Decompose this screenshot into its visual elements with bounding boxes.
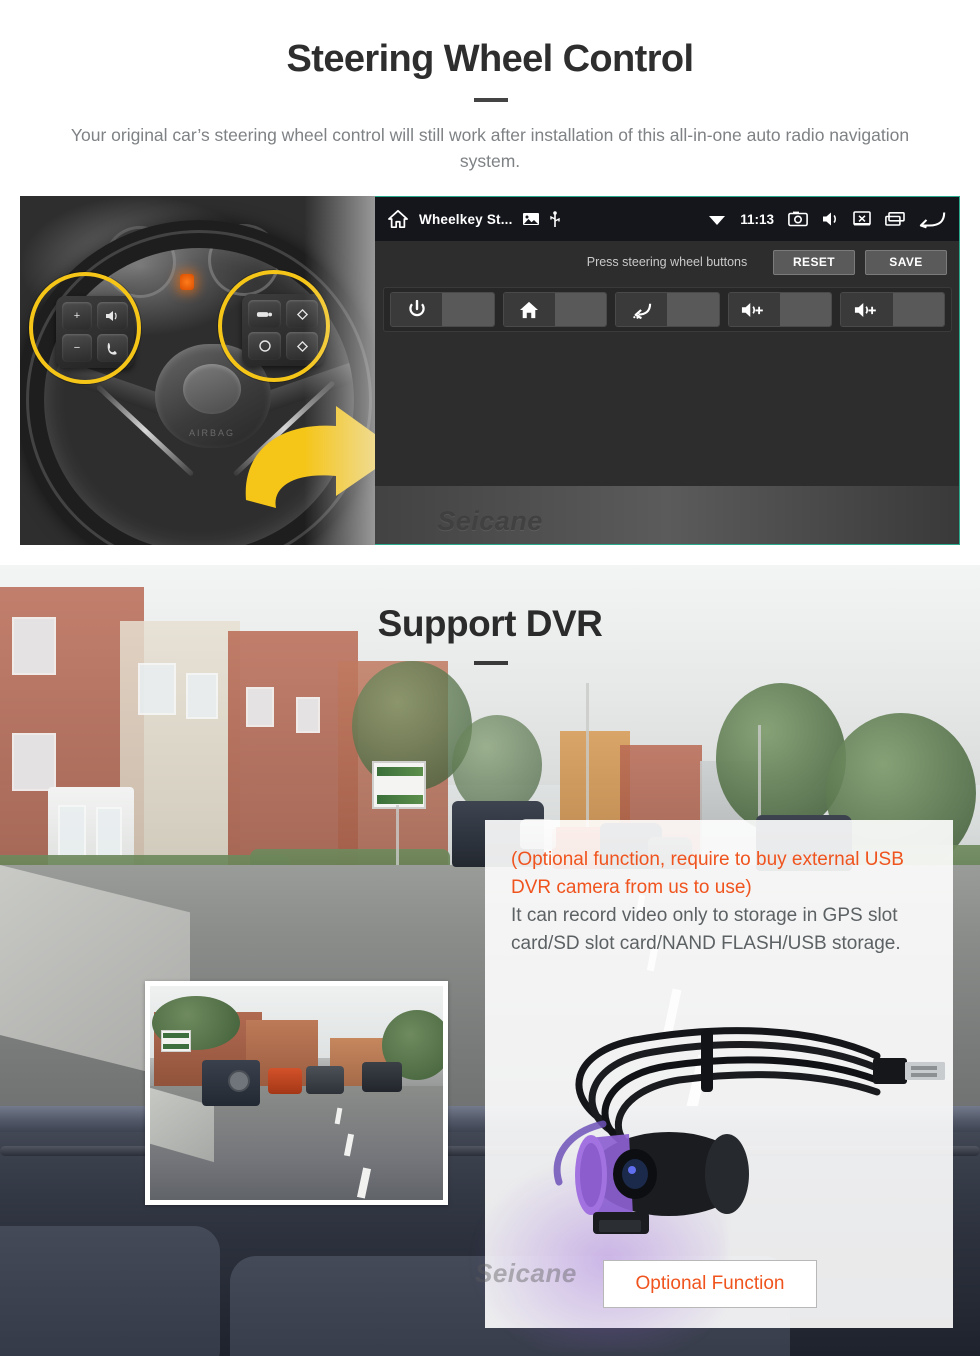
dvr-video-preview-inset — [145, 981, 448, 1205]
for-sale-sign — [372, 761, 426, 809]
wifi-icon — [708, 212, 726, 226]
section1-title: Steering Wheel Control — [286, 38, 695, 80]
dvr-camera-product-image: Seicane — [465, 1000, 953, 1350]
key-mapping-cell-power[interactable] — [390, 292, 495, 327]
tree-right-1 — [716, 683, 846, 833]
highlight-circle-left — [29, 272, 141, 384]
steering-wheel-composite-panel: AIRBAG + − Wheelkey St... 11:13 Press st… — [20, 196, 960, 545]
volume-up-icon — [742, 302, 764, 317]
head-unit-screen: Wheelkey St... 11:13 Press steering whee… — [375, 196, 960, 545]
home-icon — [520, 301, 539, 318]
save-button[interactable]: SAVE — [865, 249, 947, 275]
product-watermark: Seicane — [475, 1258, 577, 1288]
status-app-title: Wheelkey St... — [419, 211, 513, 227]
tree-center-2 — [452, 715, 542, 815]
volume-up-icon — [854, 302, 876, 317]
dvr-storage-description: It can record video only to storage in G… — [511, 905, 901, 954]
image-icon — [522, 212, 539, 226]
key-mapping-cell-back[interactable] — [615, 292, 720, 327]
steering-wheel-control-section: Steering Wheel Control Your original car… — [0, 0, 980, 560]
section1-title-rule — [474, 98, 508, 102]
dvr-preview-image — [150, 986, 443, 1200]
steering-wheel-photo: AIRBAG + − — [20, 196, 400, 545]
power-icon — [408, 300, 425, 317]
back-dots-icon — [633, 303, 652, 319]
reset-button[interactable]: RESET — [773, 249, 855, 275]
key-mapping-cell-home[interactable] — [502, 292, 608, 327]
mute-speaker-icon[interactable] — [822, 211, 839, 227]
dvr-camera-icon — [575, 1132, 749, 1234]
steering-key-mapping-row — [383, 287, 952, 332]
recents-icon[interactable] — [885, 212, 905, 226]
usb-icon — [549, 210, 561, 228]
home-icon[interactable] — [387, 209, 409, 229]
android-status-bar: Wheelkey St... 11:13 — [375, 197, 959, 241]
house-render-2 — [120, 621, 240, 889]
status-clock: 11:13 — [740, 211, 774, 227]
dvr-optional-notice: (Optional function, require to buy exter… — [511, 849, 904, 898]
head-unit-action-bar: Press steering wheel buttons RESET SAVE — [375, 241, 959, 283]
key-mapping-cell-volume-up-2[interactable] — [840, 292, 945, 327]
screenshot-icon[interactable] — [788, 211, 808, 227]
seicane-watermark: Seicane — [437, 506, 543, 536]
back-arrow-icon[interactable] — [919, 209, 947, 229]
screen-off-icon[interactable] — [853, 211, 871, 227]
product-feature-page: Steering Wheel Control Your original car… — [0, 0, 980, 1356]
optional-function-button[interactable]: Optional Function — [603, 1260, 817, 1308]
section1-subtitle: Your original car’s steering wheel contr… — [70, 125, 910, 171]
key-mapping-cell-volume-up-1[interactable] — [727, 292, 833, 327]
section2-title: Support DVR — [377, 603, 603, 644]
dvr-info-panel: (Optional function, require to buy exter… — [465, 820, 953, 1350]
section2-title-rule — [474, 661, 508, 665]
